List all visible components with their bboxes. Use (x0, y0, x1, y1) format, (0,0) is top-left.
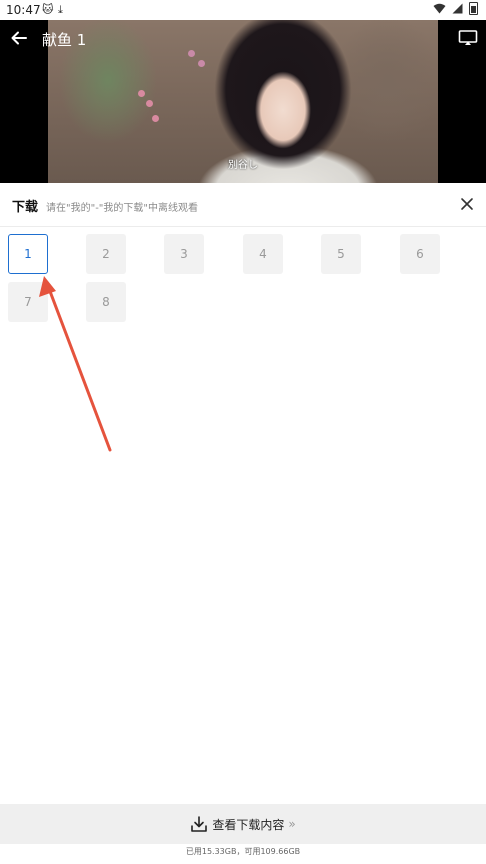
download-sheet-header: 下载 请在"我的"-"我的下载"中离线观看 (0, 183, 486, 227)
view-downloads-button[interactable]: 查看下载内容 » (0, 804, 486, 844)
storage-info: 已用15.33GB，可用109.66GB (185, 847, 301, 856)
close-button[interactable] (458, 195, 476, 213)
sheet-hint: 请在"我的"-"我的下载"中离线观看 (46, 203, 199, 214)
cat-notification-icon: 🐱 (42, 3, 54, 16)
episode-button-1[interactable]: 1 (8, 234, 48, 274)
episode-button-2[interactable]: 2 (86, 234, 126, 274)
episode-button-7[interactable]: 7 (8, 282, 48, 322)
battery-icon (469, 2, 478, 15)
wifi-icon (433, 3, 446, 14)
chevron-right-icon: » (288, 817, 296, 831)
episode-grid: 1 2 3 4 5 6 7 8 (0, 226, 486, 346)
arrow-left-icon (11, 31, 27, 45)
status-bar: 10:47 🐱 ⤓ (0, 0, 486, 20)
episode-button-5[interactable]: 5 (321, 234, 361, 274)
close-icon (461, 198, 473, 210)
video-subtitle: 別谷し (228, 160, 258, 171)
episode-button-3[interactable]: 3 (164, 234, 204, 274)
episode-button-6[interactable]: 6 (400, 234, 440, 274)
back-button[interactable] (10, 29, 30, 49)
episode-button-8[interactable]: 8 (86, 282, 126, 322)
download-icon (191, 816, 208, 832)
cast-button[interactable] (458, 29, 478, 47)
video-title: 献鱼 1 (42, 31, 87, 49)
video-player[interactable]: 別谷し 献鱼 1 (0, 20, 486, 183)
view-downloads-label: 查看下载内容 (212, 817, 285, 832)
sheet-title: 下载 (12, 200, 39, 215)
signal-icon (452, 3, 463, 14)
download-notification-icon: ⤓ (58, 3, 63, 16)
status-time: 10:47 (6, 3, 41, 17)
episode-button-4[interactable]: 4 (243, 234, 283, 274)
cast-icon (458, 30, 478, 45)
